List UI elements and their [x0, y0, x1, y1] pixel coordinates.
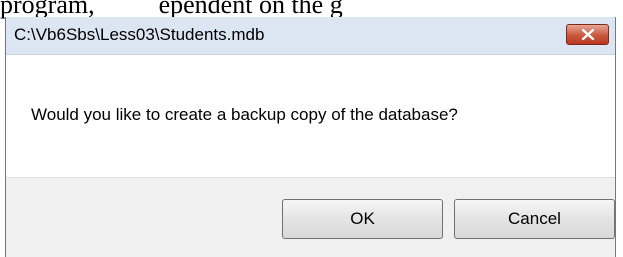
dialog-content: Would you like to create a backup copy o… [6, 55, 615, 177]
ok-button[interactable]: OK [282, 199, 443, 239]
close-icon [581, 28, 595, 41]
message-dialog: C:\Vb6Sbs\Less03\Students.mdb Would you … [5, 17, 616, 257]
cancel-button[interactable]: Cancel [454, 199, 615, 239]
dialog-footer: OK Cancel [6, 177, 615, 257]
close-button[interactable] [566, 24, 609, 45]
dialog-message: Would you like to create a backup copy o… [31, 105, 458, 124]
dialog-title: C:\Vb6Sbs\Less03\Students.mdb [14, 25, 265, 44]
dialog-titlebar[interactable]: C:\Vb6Sbs\Less03\Students.mdb [6, 17, 615, 55]
